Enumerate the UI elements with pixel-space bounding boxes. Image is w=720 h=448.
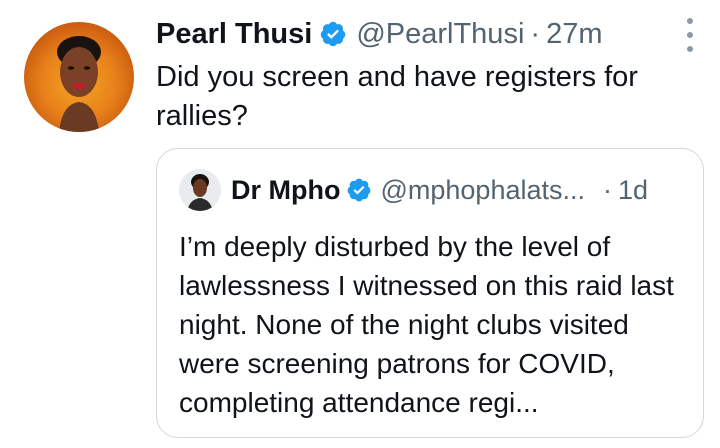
- verified-badge-icon: [319, 20, 347, 48]
- tweet-header: Pearl Thusi @PearlThusi · 27m: [156, 12, 602, 56]
- quoted-tweet-header: Dr Mpho @mphophalats... · 1d: [231, 169, 648, 211]
- author-name[interactable]: Pearl Thusi: [156, 18, 312, 51]
- tweet-text: Did you screen and have registers for ra…: [156, 61, 638, 132]
- quoted-tweet-text: I’m deeply disturbed by the level of law…: [179, 231, 674, 418]
- quoted-author-handle[interactable]: @mphophalats...: [380, 175, 585, 206]
- separator-dot: ·: [603, 174, 613, 205]
- tweet-timestamp[interactable]: 27m: [546, 18, 602, 51]
- author-handle[interactable]: @PearlThusi: [356, 18, 524, 51]
- quoted-tweet-card[interactable]: Dr Mpho @mphophalats... · 1d I’m deeply …: [156, 148, 704, 438]
- verified-badge-icon: [346, 177, 372, 203]
- more-options-icon[interactable]: [680, 18, 700, 52]
- quoted-tweet-timestamp[interactable]: 1d: [618, 175, 648, 206]
- separator-dot: ·: [530, 17, 541, 50]
- quoted-author-name[interactable]: Dr Mpho: [231, 175, 340, 206]
- quoted-author-avatar[interactable]: [179, 169, 221, 211]
- tweet[interactable]: Pearl Thusi @PearlThusi · 27m Did you sc…: [0, 0, 720, 448]
- author-avatar[interactable]: [24, 22, 134, 132]
